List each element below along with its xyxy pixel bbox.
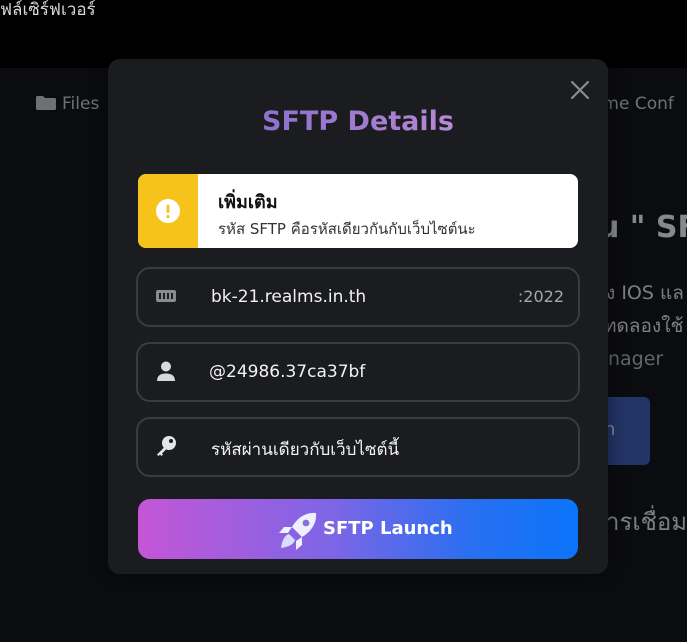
password-field[interactable]: รหัสผ่านเดียวกับเว็บไซต์นี้ [136,417,580,477]
password-value[interactable]: รหัสผ่านเดียวกับเว็บไซต์นี้ [211,436,399,463]
server-icon [156,290,176,302]
launch-label: SFTP Launch [323,518,453,539]
username-value[interactable]: @24986.37ca37bf [209,362,365,382]
modal-title: SFTP Details [108,106,608,137]
page-title: ฟล์เซิร์ฟเวอร์ [0,0,96,20]
host-value[interactable]: bk-21.realms.in.th [211,287,366,307]
close-icon[interactable] [569,79,591,101]
username-field[interactable]: @24986.37ca37bf [136,342,580,402]
sftp-details-modal: SFTP Details เพิ่มเติม รหัส SFTP คือรหัส… [108,59,608,574]
exclamation-icon [156,199,180,223]
notice-title: เพิ่มเติม [218,192,278,213]
sftp-launch-button[interactable]: SFTP Launch [138,499,578,559]
rocket-icon [279,512,317,550]
info-notice: เพิ่มเติม รหัส SFTP คือรหัสเดียวกันกับเว… [138,174,578,248]
notice-text: รหัส SFTP คือรหัสเดียวกันกับเว็บไซต์นะ [218,220,476,238]
top-bar: ฟล์เซิร์ฟเวอร์ [0,0,687,68]
host-field[interactable]: bk-21.realms.in.th :2022 [136,267,580,327]
port-value: :2022 [517,287,564,306]
user-icon [157,361,175,381]
key-icon [157,436,176,456]
